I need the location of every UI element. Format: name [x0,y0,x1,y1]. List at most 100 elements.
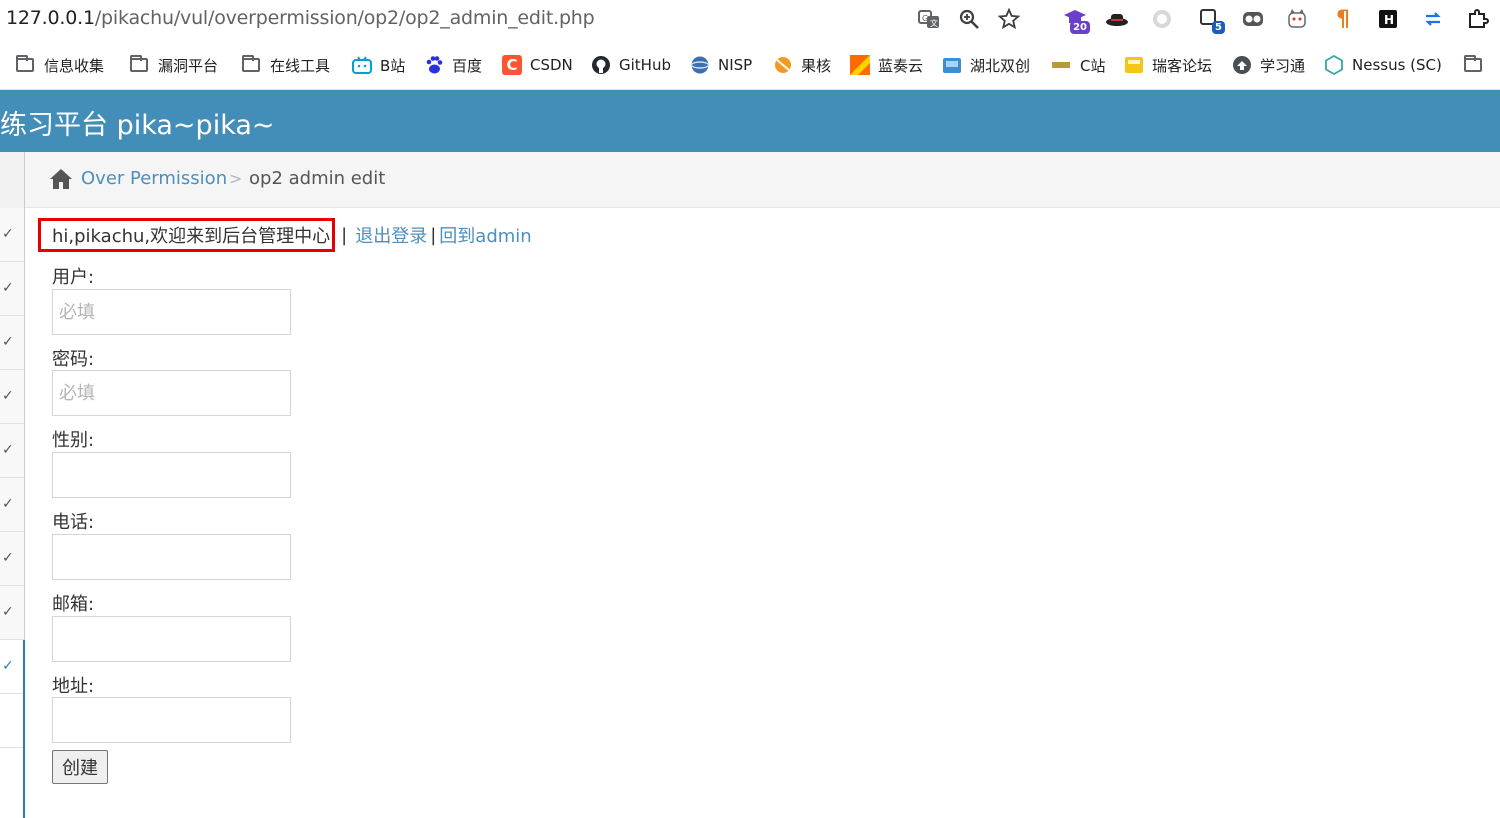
bookmark-folder-online-tools[interactable]: 在线工具 [242,53,330,77]
url-path: /pikachu/vul/overpermission/op2/op2_admi… [94,7,595,29]
email-input[interactable] [52,616,291,662]
bookmark-guohe[interactable]: 果核 [773,53,831,77]
welcome-message: hi,pikachu,欢迎来到后台管理中心 [52,226,331,247]
czhan-icon [1052,55,1072,75]
bookmark-folder-vuln-platform[interactable]: 漏洞平台 [130,53,218,77]
svg-text:H: H [1384,13,1394,27]
sidebar-item-mark: ✓ [2,496,14,512]
bookmark-folder-info-collect[interactable]: 信息收集 [16,53,104,77]
sex-input[interactable] [52,452,291,498]
bookmark-ruike[interactable]: 瑞客论坛 [1124,53,1212,77]
nisp-icon [690,55,710,75]
sync-extension-icon[interactable] [1420,6,1446,32]
phone-input[interactable] [52,534,291,580]
site-title[interactable]: 练习平台 pika~pika~ [0,103,275,142]
sidebar-item[interactable]: ✓ [0,532,24,586]
email-label: 邮箱: [52,594,95,615]
bookmark-label: B站 [380,56,406,75]
svg-text:G: G [922,14,928,23]
pilcrow-extension-icon[interactable]: ¶ [1330,6,1356,32]
bookmark-label: 瑞客论坛 [1152,56,1213,75]
logout-link[interactable]: 退出登录 [355,222,427,248]
tab-counter-extension-icon[interactable]: 5 [1197,6,1225,34]
site-header: 练习平台 pika~pika~ [0,90,1500,152]
puzzle-extension-icon[interactable] [1465,6,1491,32]
h-extension-icon[interactable]: H [1375,6,1401,32]
folder-icon [1464,55,1482,72]
breadcrumb-current: op2 admin edit [249,168,386,189]
bookmark-label: 漏洞平台 [158,56,219,75]
sidebar-item[interactable]: ✓ [0,424,24,478]
bookmark-github[interactable]: GitHub [591,53,671,77]
home-icon [50,169,72,189]
star-icon[interactable] [996,6,1022,32]
bookmark-hubei[interactable]: 湖北双创 [942,53,1030,77]
sidebar-active-indicator [23,640,25,818]
bookmark-lanzou[interactable]: 蓝奏云 [850,53,923,77]
url-text[interactable]: 127.0.0.1/pikachu/vul/overpermission/op2… [6,7,595,29]
xuexitong-icon [1232,55,1252,75]
welcome-actions: | 退出登录 | 回到admin [335,222,532,248]
address-input[interactable] [52,697,291,743]
baidu-icon [424,55,444,75]
back-to-admin-link[interactable]: 回到admin [439,222,531,248]
graduation-cap-extension-icon[interactable]: 20 [1062,6,1090,34]
csdn-icon: C [502,55,522,75]
bookmark-czhan[interactable]: C站 [1052,53,1105,77]
sidebar-item[interactable] [0,748,24,818]
sidebar-item[interactable]: ✓ [0,208,24,262]
bookmark-nessus[interactable]: Nessus (SC) [1324,53,1442,77]
sidebar-item[interactable]: ✓ [0,262,24,316]
glasses-extension-icon[interactable] [1240,6,1266,32]
sidebar-item-mark: ✓ [2,658,14,674]
bookmark-xuexitong[interactable]: 学习通 [1232,53,1305,77]
bookmark-label: GitHub [619,56,671,74]
sidebar-item[interactable]: ✓ [0,586,24,640]
username-input[interactable] [52,289,291,335]
bookmark-folder-more[interactable] [1464,53,1492,77]
sidebar-item-mark: ✓ [2,604,14,620]
bookmark-label: 在线工具 [270,56,331,75]
bookmark-label: CSDN [530,56,573,74]
sidebar-item-mark: ✓ [2,280,14,296]
folder-icon [130,55,148,72]
password-label: 密码: [52,349,95,370]
hubei-icon [942,55,962,75]
bookmark-label: 蓝奏云 [878,56,924,75]
folder-icon [242,55,260,72]
username-label: 用户: [52,267,95,288]
cat-extension-icon[interactable] [1284,6,1310,32]
bookmark-baidu[interactable]: 百度 [424,53,482,77]
separator: | [341,224,348,246]
bookmark-label: Nessus (SC) [1352,56,1442,74]
lanzou-icon [850,55,870,75]
phone-label: 电话: [52,512,95,533]
breadcrumb: Over Permission > op2 admin edit [25,152,1500,208]
bookmark-nisp[interactable]: NISP [690,53,752,77]
welcome-line: hi,pikachu,欢迎来到后台管理中心 | 退出登录 | 回到admin [38,218,532,252]
bookmark-bilibili[interactable]: B站 [352,53,405,77]
translate-icon[interactable]: G文 [916,6,942,32]
bookmark-csdn[interactable]: C CSDN [502,53,573,77]
hat-extension-icon[interactable] [1104,6,1130,32]
zoom-icon[interactable] [956,6,982,32]
sidebar-item-mark: ✓ [2,388,14,404]
bookmark-label: NISP [718,56,753,74]
sidebar-item[interactable]: ✓ [0,370,24,424]
sidebar-item-mark: ✓ [2,442,14,458]
password-input[interactable] [52,370,291,416]
create-button[interactable]: 创建 [52,750,108,784]
sidebar-item[interactable]: ✓ [0,478,24,532]
sidebar-item-active[interactable]: ✓ [0,640,24,694]
welcome-highlight-box: hi,pikachu,欢迎来到后台管理中心 [38,218,336,252]
breadcrumb-link-over-permission[interactable]: Over Permission [81,168,227,189]
bookmark-label: 湖北双创 [970,56,1031,75]
bookmark-label: 果核 [801,56,832,75]
sidebar-item-mark: ✓ [2,550,14,566]
sidebar-item[interactable]: ✓ [0,316,24,370]
extension-badge: 5 [1212,21,1225,34]
circle-extension-icon[interactable] [1149,6,1175,32]
sidebar-item[interactable] [0,694,24,748]
github-icon [591,55,611,75]
ruike-icon [1124,55,1144,75]
